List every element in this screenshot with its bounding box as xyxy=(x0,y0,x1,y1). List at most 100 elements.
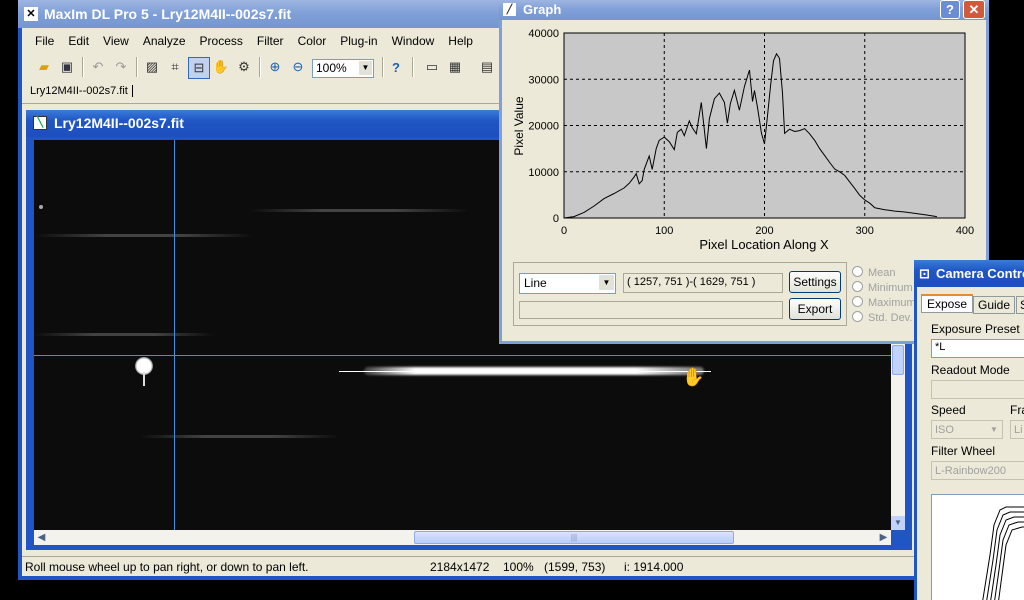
histogram-curve xyxy=(994,521,1024,600)
frame-label: Fra xyxy=(1010,403,1024,417)
export-button[interactable]: Export xyxy=(789,298,841,320)
histogram-curve xyxy=(998,526,1024,600)
radio-std-dev[interactable]: Std. Dev. xyxy=(852,311,912,324)
menu-process[interactable]: Process xyxy=(193,30,250,52)
horizontal-scrollbar[interactable]: ◀ ||| ▶ xyxy=(34,530,891,545)
app-icon: ✕ xyxy=(24,7,38,21)
image-icon[interactable]: ▨ xyxy=(142,57,162,77)
line-coords-value: ( 1257, 751 )-( 1629, 751 ) xyxy=(627,276,756,288)
radio-maximum[interactable]: Maximum xyxy=(852,296,916,309)
speed-select[interactable]: ISO ▼ xyxy=(931,420,1003,439)
menu-view[interactable]: View xyxy=(96,30,136,52)
readout-mode-select[interactable] xyxy=(931,380,1024,399)
redo-icon[interactable]: ↷ xyxy=(111,57,131,77)
frame-select[interactable]: Li xyxy=(1010,420,1024,439)
chevron-down-icon[interactable]: ▼ xyxy=(987,422,1001,437)
status-bar: Roll mouse wheel up to pan right, or dow… xyxy=(22,556,914,577)
properties-icon[interactable]: ⚙ xyxy=(234,57,254,77)
menu-color[interactable]: Color xyxy=(291,30,334,52)
camera-icon: ⊡ xyxy=(919,266,930,281)
profile-chart: 0 100 200 300 400 0 10000 20000 30000 40000 Pixel… xyxy=(512,28,974,252)
menu-bar: File Edit View Analyze Process Filter Color Plu… xyxy=(28,30,480,52)
radio-mean[interactable]: Mean xyxy=(852,266,896,279)
tab-expose[interactable]: Expose xyxy=(921,294,974,313)
hscroll-thumb[interactable]: ||| xyxy=(414,531,734,544)
image-window-icon: ╲ xyxy=(33,116,47,130)
radio-minimum[interactable]: Minimum xyxy=(852,281,913,294)
speed-label: Speed xyxy=(931,403,966,417)
menu-file[interactable]: File xyxy=(28,30,61,52)
status-zoom: 100% xyxy=(503,560,534,574)
line-coords: ( 1257, 751 )-( 1629, 751 ) xyxy=(623,273,783,293)
x-tick-label: 0 xyxy=(561,225,567,237)
camera-title-bar[interactable]: ⊡ Camera Control xyxy=(914,260,1024,287)
zoom-out-icon[interactable]: ⊖ xyxy=(288,57,308,77)
crop-icon[interactable]: ⌗ xyxy=(165,57,185,77)
exposure-preset-value: *L xyxy=(935,341,946,353)
menu-window[interactable]: Window xyxy=(385,30,442,52)
stack-icon[interactable]: ▦ xyxy=(445,57,465,77)
scroll-left-icon[interactable]: ◀ xyxy=(34,530,49,545)
radio-minimum-label: Minimum xyxy=(868,282,913,294)
context-help-icon[interactable]: ? xyxy=(386,57,406,77)
open-icon[interactable]: ▰ xyxy=(34,57,54,77)
toolbar-separator xyxy=(259,57,261,77)
scroll-down-icon[interactable]: ▼ xyxy=(891,516,905,530)
line-profile-icon[interactable]: ⊟ xyxy=(188,57,210,79)
doc-tab[interactable]: Lry12M4II--002s7.fit xyxy=(30,85,133,97)
status-hint: Roll mouse wheel up to pan right, or dow… xyxy=(25,560,309,574)
chevron-down-icon[interactable]: ▼ xyxy=(599,275,614,290)
save-icon[interactable]: ▣ xyxy=(57,57,77,77)
menu-filter[interactable]: Filter xyxy=(250,30,291,52)
frame-value: Li xyxy=(1014,424,1023,436)
faint-spectrum xyxy=(139,435,339,438)
readout-mode-label: Readout Mode xyxy=(931,363,1010,377)
settings-button[interactable]: Settings xyxy=(789,271,841,293)
menu-plugin[interactable]: Plug-in xyxy=(333,30,384,52)
graph-title-bar[interactable]: ╱ Graph ? ✕ xyxy=(499,0,989,20)
crosshair-vertical xyxy=(174,140,175,530)
help-button-icon[interactable]: ? xyxy=(940,0,960,19)
y-axis-label: Pixel Value xyxy=(512,96,526,155)
menu-edit[interactable]: Edit xyxy=(61,30,96,52)
zoom-in-icon[interactable]: ⊕ xyxy=(265,57,285,77)
tab-settings[interactable]: S xyxy=(1016,296,1024,314)
menu-analyze[interactable]: Analyze xyxy=(136,30,193,52)
y-tick-label: 10000 xyxy=(528,167,559,179)
camera-window: ⊡ Camera Control Expose Guide S Exposure… xyxy=(914,260,1024,600)
ruler-icon[interactable]: ▭ xyxy=(422,57,442,77)
radio-maximum-label: Maximum xyxy=(868,297,916,309)
panel-icon[interactable]: ▤ xyxy=(477,57,497,77)
x-tick-label: 400 xyxy=(956,225,974,237)
mode-select[interactable]: Line ▼ xyxy=(519,273,616,294)
undo-icon[interactable]: ↶ xyxy=(88,57,108,77)
chevron-down-icon[interactable]: ▼ xyxy=(359,61,372,75)
x-axis-label: Pixel Location Along X xyxy=(699,237,829,252)
toolbar-separator xyxy=(412,57,414,77)
exposure-preset-label: Exposure Preset xyxy=(931,322,1020,336)
toolbar-separator xyxy=(136,57,138,77)
scroll-right-icon[interactable]: ▶ xyxy=(876,530,891,545)
graph-window-title: Graph xyxy=(523,2,562,17)
faint-spectrum xyxy=(34,333,214,336)
speed-value: ISO xyxy=(935,424,954,436)
line-profile-marker[interactable] xyxy=(339,371,711,372)
menu-help[interactable]: Help xyxy=(441,30,480,52)
progress-field xyxy=(519,301,783,319)
x-tick-label: 100 xyxy=(655,225,673,237)
exposure-preset-field[interactable]: *L xyxy=(931,339,1024,358)
faint-star xyxy=(39,205,43,209)
zoom-value: 100% xyxy=(316,61,347,75)
image-window-title: Lry12M4II--002s7.fit xyxy=(54,115,184,131)
zoom-select[interactable]: 100% ▼ xyxy=(312,59,374,78)
filter-wheel-select[interactable]: L-Rainbow200 xyxy=(931,461,1024,480)
camera-window-title: Camera Control xyxy=(936,266,1024,281)
vscroll-thumb[interactable] xyxy=(892,345,904,375)
tab-guide[interactable]: Guide xyxy=(973,296,1016,314)
close-icon[interactable]: ✕ xyxy=(963,0,985,19)
histogram-curve xyxy=(982,506,1024,600)
bright-star-spike xyxy=(143,372,145,386)
hand-icon[interactable]: ✋ xyxy=(211,57,231,77)
hand-cursor-icon: ✋ xyxy=(682,367,705,387)
main-window-title: MaxIm DL Pro 5 - Lry12M4II--002s7.fit xyxy=(44,6,292,22)
